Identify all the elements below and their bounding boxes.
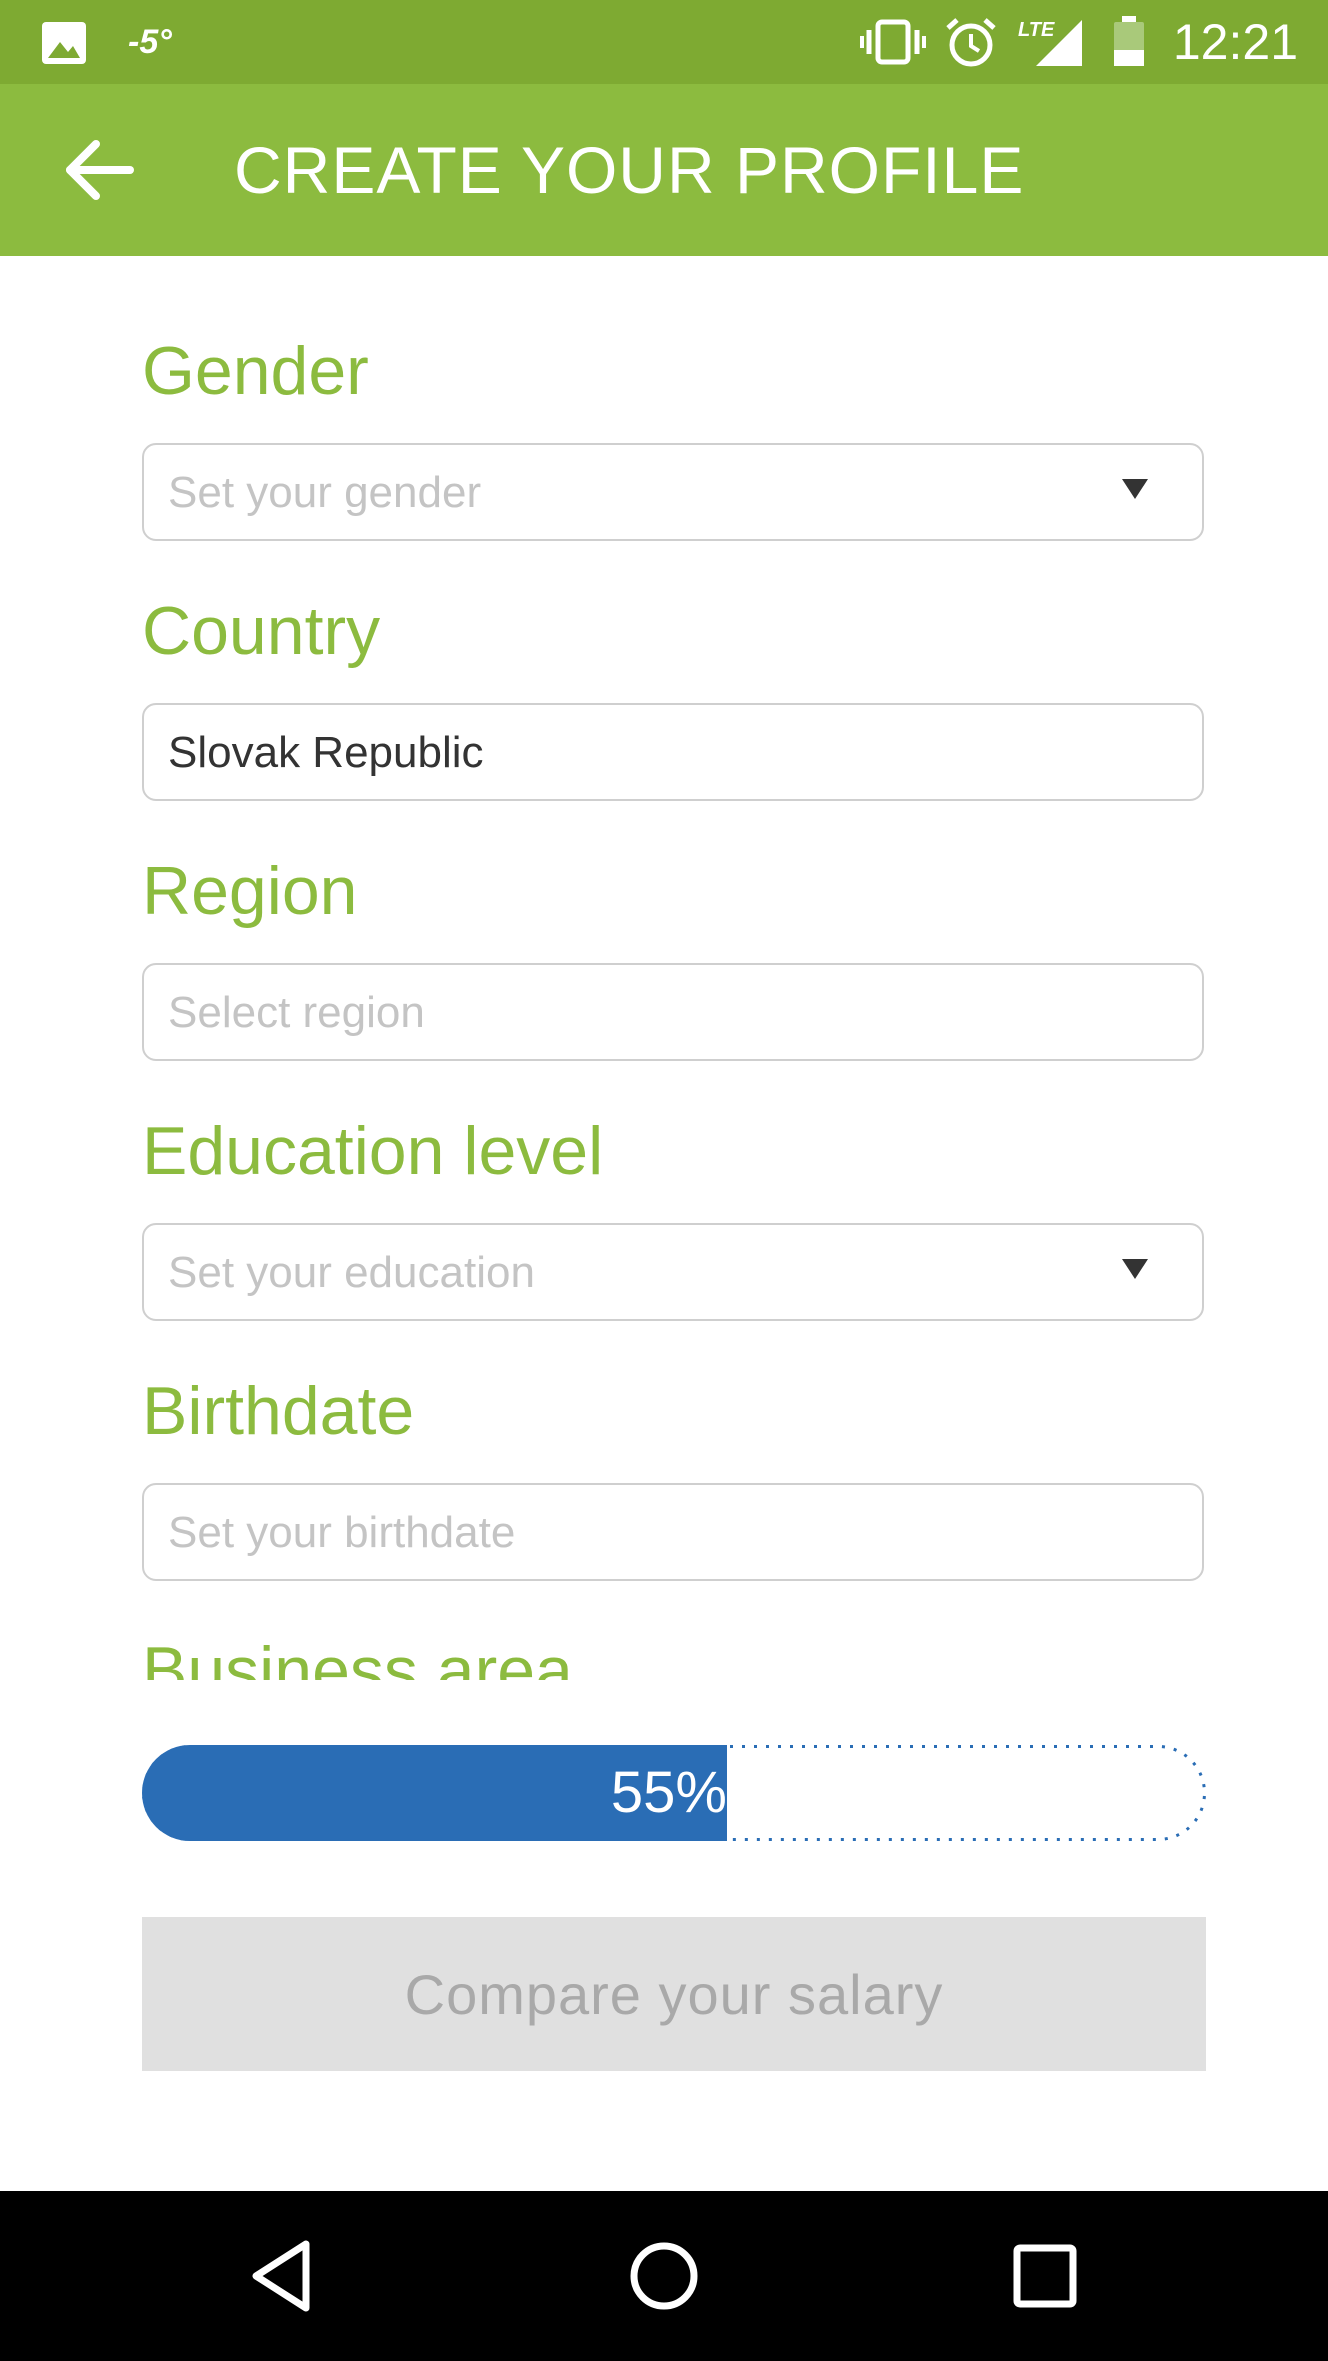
dropdown-arrow-icon <box>1122 479 1148 499</box>
vibrate-icon <box>860 19 926 65</box>
back-triangle-icon[interactable] <box>242 2234 326 2318</box>
recents-square-icon[interactable] <box>1003 2234 1087 2318</box>
clock-text: 12:21 <box>1172 14 1298 70</box>
progress-percent: 55% <box>610 1760 727 1825</box>
country-label: Country <box>142 593 381 669</box>
country-field[interactable]: Slovak Republic <box>142 703 1204 801</box>
gender-placeholder: Set your gender <box>168 468 482 517</box>
education-select[interactable]: Set your education <box>142 1223 1204 1321</box>
region-placeholder: Select region <box>168 988 425 1037</box>
network-type-label: LTE <box>1018 19 1055 41</box>
region-field[interactable]: Select region <box>142 963 1204 1061</box>
arrow-back-icon[interactable] <box>60 136 140 204</box>
status-bar: -5° LTE 12:21 <box>0 0 1328 84</box>
battery-icon <box>1114 16 1144 66</box>
birthdate-field[interactable]: Set your birthdate <box>142 1483 1204 1581</box>
dropdown-arrow-icon <box>1122 1259 1148 1279</box>
page-title: CREATE YOUR PROFILE <box>234 133 1025 207</box>
alarm-icon <box>946 18 996 67</box>
app-bar: CREATE YOUR PROFILE <box>0 84 1328 256</box>
country-value: Slovak Republic <box>168 728 484 777</box>
birthdate-placeholder: Set your birthdate <box>168 1508 516 1557</box>
image-icon <box>42 22 86 64</box>
birthdate-label: Birthdate <box>142 1373 415 1449</box>
gender-select[interactable]: Set your gender <box>142 443 1204 541</box>
compare-salary-button[interactable]: Compare your salary <box>142 1917 1206 2071</box>
home-circle-icon[interactable] <box>622 2234 706 2318</box>
profile-progress-bar: 55% <box>142 1745 1206 1841</box>
lte-signal-icon: LTE <box>1018 19 1082 66</box>
profile-form: Gender Set your gender Country Slovak Re… <box>0 256 1328 1680</box>
navigation-bar <box>0 2191 1328 2361</box>
temperature-text: -5° <box>128 22 172 61</box>
business-area-label: Business area <box>142 1633 573 1680</box>
gender-label: Gender <box>142 333 369 409</box>
region-label: Region <box>142 853 358 929</box>
education-label: Education level <box>142 1113 604 1189</box>
education-placeholder: Set your education <box>168 1248 535 1297</box>
